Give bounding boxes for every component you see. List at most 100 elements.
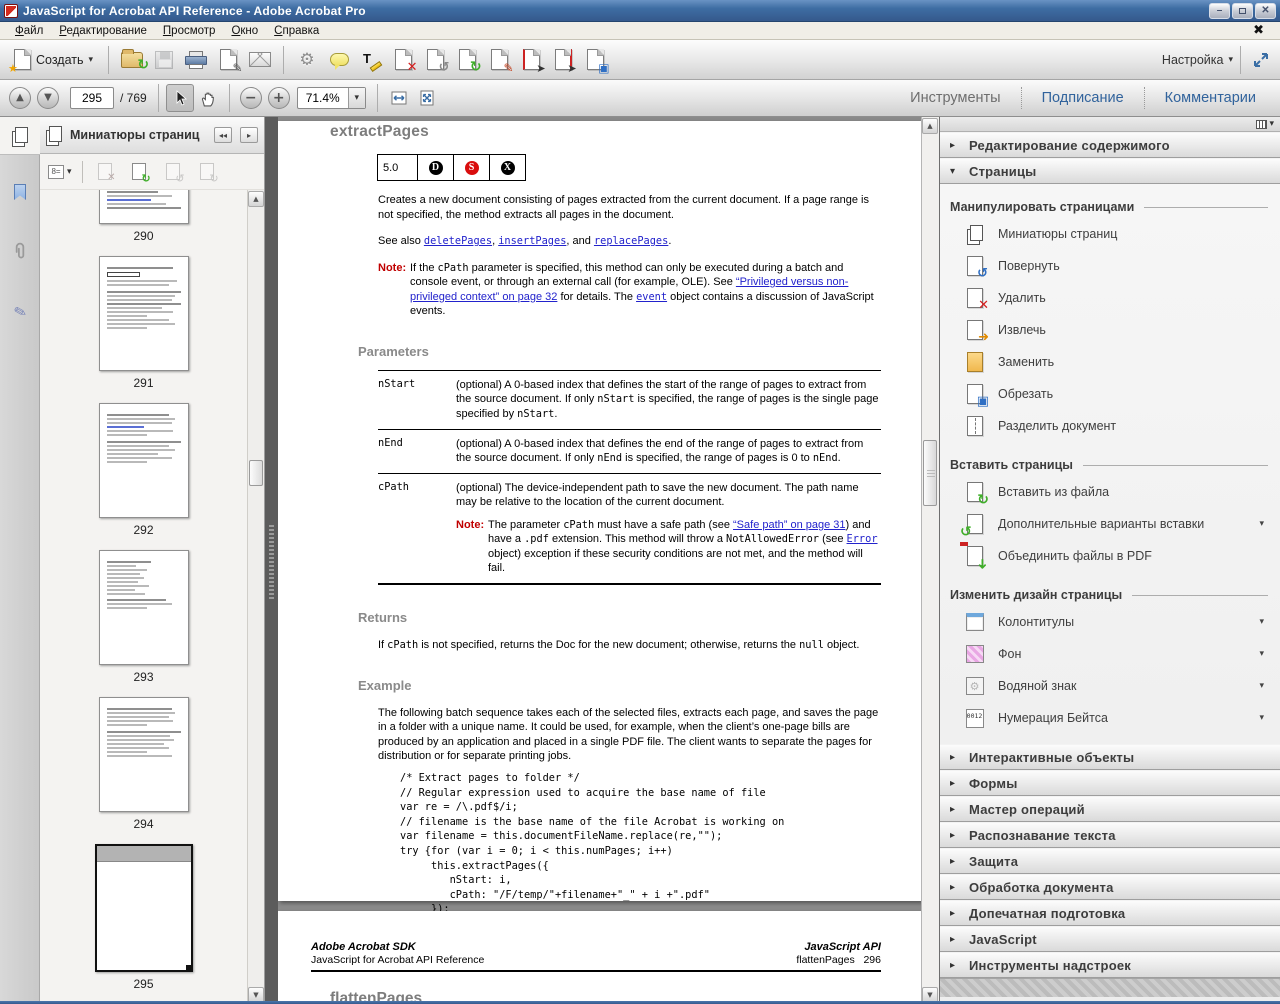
section-action-wizard[interactable]: ▸ Мастер операций (940, 796, 1280, 822)
rotate-cw-button[interactable]: ↻ (195, 160, 219, 184)
section-text-recognition[interactable]: ▸ Распознавание текста (940, 822, 1280, 848)
email-button[interactable] (244, 44, 276, 76)
scroll-up-arrow[interactable]: ▲ (922, 118, 938, 134)
document-view[interactable]: extractPages 5.0 D S X Creates a new doc… (278, 117, 921, 1004)
previous-page-button[interactable]: ▲ (6, 84, 34, 112)
scrollbar-thumb[interactable] (923, 440, 937, 506)
section-protection[interactable]: ▸ Защита (940, 848, 1280, 874)
split-view-right-button[interactable]: ➤ (547, 44, 579, 76)
chevron-down-icon: ▾ (950, 166, 960, 177)
panel-options-button[interactable]: ▾ (1256, 119, 1274, 129)
thumbnail-293[interactable]: 293 (40, 550, 247, 684)
zoom-level-select[interactable]: 71.4% ▾ (297, 87, 366, 109)
minimize-button[interactable]: – (1209, 3, 1230, 19)
badge-x: X (501, 161, 515, 175)
highlight-text-button[interactable]: T (355, 44, 387, 76)
fit-width-button[interactable] (385, 84, 413, 112)
section-javascript[interactable]: ▸ JavaScript (940, 926, 1280, 952)
split-view-left-button[interactable]: ➤ (515, 44, 547, 76)
thumbnails-scrollbar[interactable]: ▲ ▼ (247, 190, 264, 1004)
panel-menu-button[interactable]: ▸ (240, 127, 258, 143)
tab-sign[interactable]: Подписание (1024, 90, 1142, 106)
scroll-up-arrow[interactable]: ▲ (248, 191, 264, 207)
insert-pages-button[interactable]: ↻ (451, 44, 483, 76)
close-document-icon[interactable]: ✖ (1253, 23, 1272, 38)
page-thumbnails-pane-button[interactable] (0, 117, 40, 155)
signatures-pane-button[interactable]: ✎ (0, 293, 40, 331)
delete-page-button[interactable]: ✕ (93, 160, 117, 184)
note-label: Note: (378, 261, 410, 319)
extract-page-icon: ➜ (964, 319, 985, 341)
zoom-in-button[interactable]: + (265, 84, 293, 112)
next-page-button[interactable]: ▼ (34, 84, 62, 112)
fit-page-button[interactable] (413, 84, 441, 112)
section-pages[interactable]: ▾ Страницы (940, 158, 1280, 184)
collapse-panel-button[interactable]: ◂◂ (214, 127, 232, 143)
tool-bates-numbering[interactable]: 0012 Нумерация Бейтса ▾ (940, 702, 1280, 734)
hand-tool-button[interactable] (194, 84, 222, 112)
thumbnail-292[interactable]: 292 (40, 403, 247, 537)
tool-split-document[interactable]: Разделить документ (940, 410, 1280, 442)
tool-replace[interactable]: Заменить (940, 346, 1280, 378)
expand-toolbar-button[interactable] (1248, 47, 1274, 73)
section-document-processing[interactable]: ▸ Обработка документа (940, 874, 1280, 900)
background-icon (964, 643, 985, 665)
section-addon-tools[interactable]: ▸ Инструменты надстроек (940, 952, 1280, 978)
rotate-ccw-button[interactable]: ↺ (161, 160, 185, 184)
section-edit-content[interactable]: ▸ Редактирование содержимого (940, 132, 1280, 158)
insert-page-button[interactable]: ↻ (127, 160, 151, 184)
thumbnail-290[interactable]: 290 (40, 192, 247, 243)
tool-page-thumbnails[interactable]: Миниатюры страниц (940, 218, 1280, 250)
split-page-left-icon: ➤ (523, 49, 540, 70)
save-button[interactable] (148, 44, 180, 76)
rotate-pages-button[interactable]: ↺ (419, 44, 451, 76)
select-tool-button[interactable] (166, 84, 194, 112)
parameters-heading: Parameters (358, 343, 881, 360)
menu-item-window[interactable]: Окно (224, 24, 265, 38)
tool-extract[interactable]: ➜ Извлечь (940, 314, 1280, 346)
tool-header-footer[interactable]: Колонтитулы ▾ (940, 606, 1280, 638)
sign-document-button[interactable]: ✎ (212, 44, 244, 76)
tool-rotate[interactable]: ↺ Повернуть (940, 250, 1280, 282)
tool-crop[interactable]: ▣ Обрезать (940, 378, 1280, 410)
thumbnail-291[interactable]: 291 (40, 256, 247, 390)
scrollbar-thumb[interactable] (249, 460, 263, 486)
delete-pages-button[interactable]: ✕ (387, 44, 419, 76)
close-button[interactable]: ✕ (1255, 3, 1276, 19)
menu-item-file[interactable]: Файл (8, 24, 50, 38)
restore-button[interactable] (1232, 3, 1253, 19)
crop-pages-button[interactable]: ▣ (579, 44, 611, 76)
bookmarks-pane-button[interactable] (0, 173, 40, 211)
section-interactive-objects[interactable]: ▸ Интерактивные объекты (940, 744, 1280, 770)
returns-heading: Returns (358, 609, 881, 626)
tool-insert-from-file[interactable]: ↻ Вставить из файла (940, 476, 1280, 508)
zoom-out-button[interactable]: − (237, 84, 265, 112)
section-print-production[interactable]: ▸ Допечатная подготовка (940, 900, 1280, 926)
menu-item-help[interactable]: Справка (267, 24, 326, 38)
print-button[interactable] (180, 44, 212, 76)
open-file-button[interactable]: ↻ (116, 44, 148, 76)
preferences-button[interactable]: ⚙ (291, 44, 323, 76)
document-scrollbar[interactable]: ▲ ▼ (921, 117, 939, 1004)
panel-splitter[interactable] (265, 117, 278, 1004)
tool-combine-files[interactable]: ➜ Объединить файлы в PDF (940, 540, 1280, 572)
thumbnail-295-selected[interactable]: 295 (40, 844, 247, 991)
customize-toolbar-button[interactable]: Настройка (1162, 53, 1224, 67)
menu-item-edit[interactable]: Редактирование (52, 24, 154, 38)
tab-tools[interactable]: Инструменты (892, 90, 1018, 106)
thumbnail-options-button[interactable]: 8= ▾ (48, 165, 72, 179)
thumbnails-list: 290 291 (40, 190, 247, 1004)
tab-comments[interactable]: Комментарии (1147, 90, 1274, 106)
tool-insert-more-options[interactable]: ↺ Дополнительные варианты вставки ▾ (940, 508, 1280, 540)
thumbnail-294[interactable]: 294 (40, 697, 247, 831)
menu-item-view[interactable]: Просмотр (156, 24, 223, 38)
create-pdf-button[interactable]: ★ Создать ▾ (6, 46, 101, 73)
tool-watermark[interactable]: ⚙ Водяной знак ▾ (940, 670, 1280, 702)
section-forms[interactable]: ▸ Формы (940, 770, 1280, 796)
tool-background[interactable]: Фон ▾ (940, 638, 1280, 670)
attachments-pane-button[interactable] (0, 233, 40, 271)
page-number-input[interactable] (70, 87, 114, 109)
tool-delete[interactable]: ✕ Удалить (940, 282, 1280, 314)
comment-button[interactable] (323, 44, 355, 76)
edit-page-button[interactable]: ✎ (483, 44, 515, 76)
